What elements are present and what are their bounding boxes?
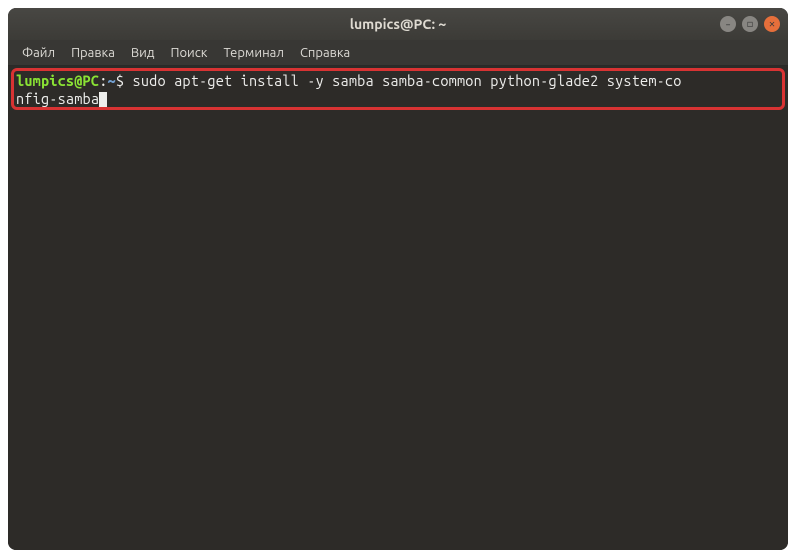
terminal-line-1: lumpics@PC:~$ sudo apt-get install -y sa… (16, 72, 780, 90)
minimize-icon: – (725, 19, 731, 30)
prompt-user: lumpics@PC (16, 72, 99, 89)
menu-search[interactable]: Поиск (164, 44, 213, 62)
prompt-dollar: $ (116, 72, 133, 89)
cursor-icon (99, 92, 107, 107)
minimize-button[interactable]: – (720, 16, 736, 32)
close-button[interactable]: ✕ (764, 16, 780, 32)
terminal-line-2: nfig-samba (16, 90, 780, 108)
titlebar[interactable]: lumpics@PC: ~ – ◻ ✕ (8, 8, 788, 40)
maximize-button[interactable]: ◻ (742, 16, 758, 32)
menu-view[interactable]: Вид (125, 44, 161, 62)
maximize-icon: ◻ (747, 18, 753, 30)
prompt-path: ~ (108, 72, 116, 89)
close-icon: ✕ (769, 18, 775, 30)
menu-edit[interactable]: Правка (65, 44, 121, 62)
window-controls: – ◻ ✕ (720, 16, 780, 32)
menubar: Файл Правка Вид Поиск Терминал Справка (8, 40, 788, 66)
prompt-separator: : (99, 72, 107, 89)
menu-terminal[interactable]: Терминал (217, 44, 289, 62)
terminal-window: lumpics@PC: ~ – ◻ ✕ Файл Правка Вид Поис… (8, 8, 788, 550)
command-text-2: nfig-samba (16, 90, 99, 107)
window-title: lumpics@PC: ~ (350, 16, 447, 32)
command-text-1: sudo apt-get install -y samba samba-comm… (133, 72, 682, 89)
terminal-body[interactable]: lumpics@PC:~$ sudo apt-get install -y sa… (8, 66, 788, 550)
menu-file[interactable]: Файл (16, 44, 61, 62)
menu-help[interactable]: Справка (294, 44, 356, 62)
